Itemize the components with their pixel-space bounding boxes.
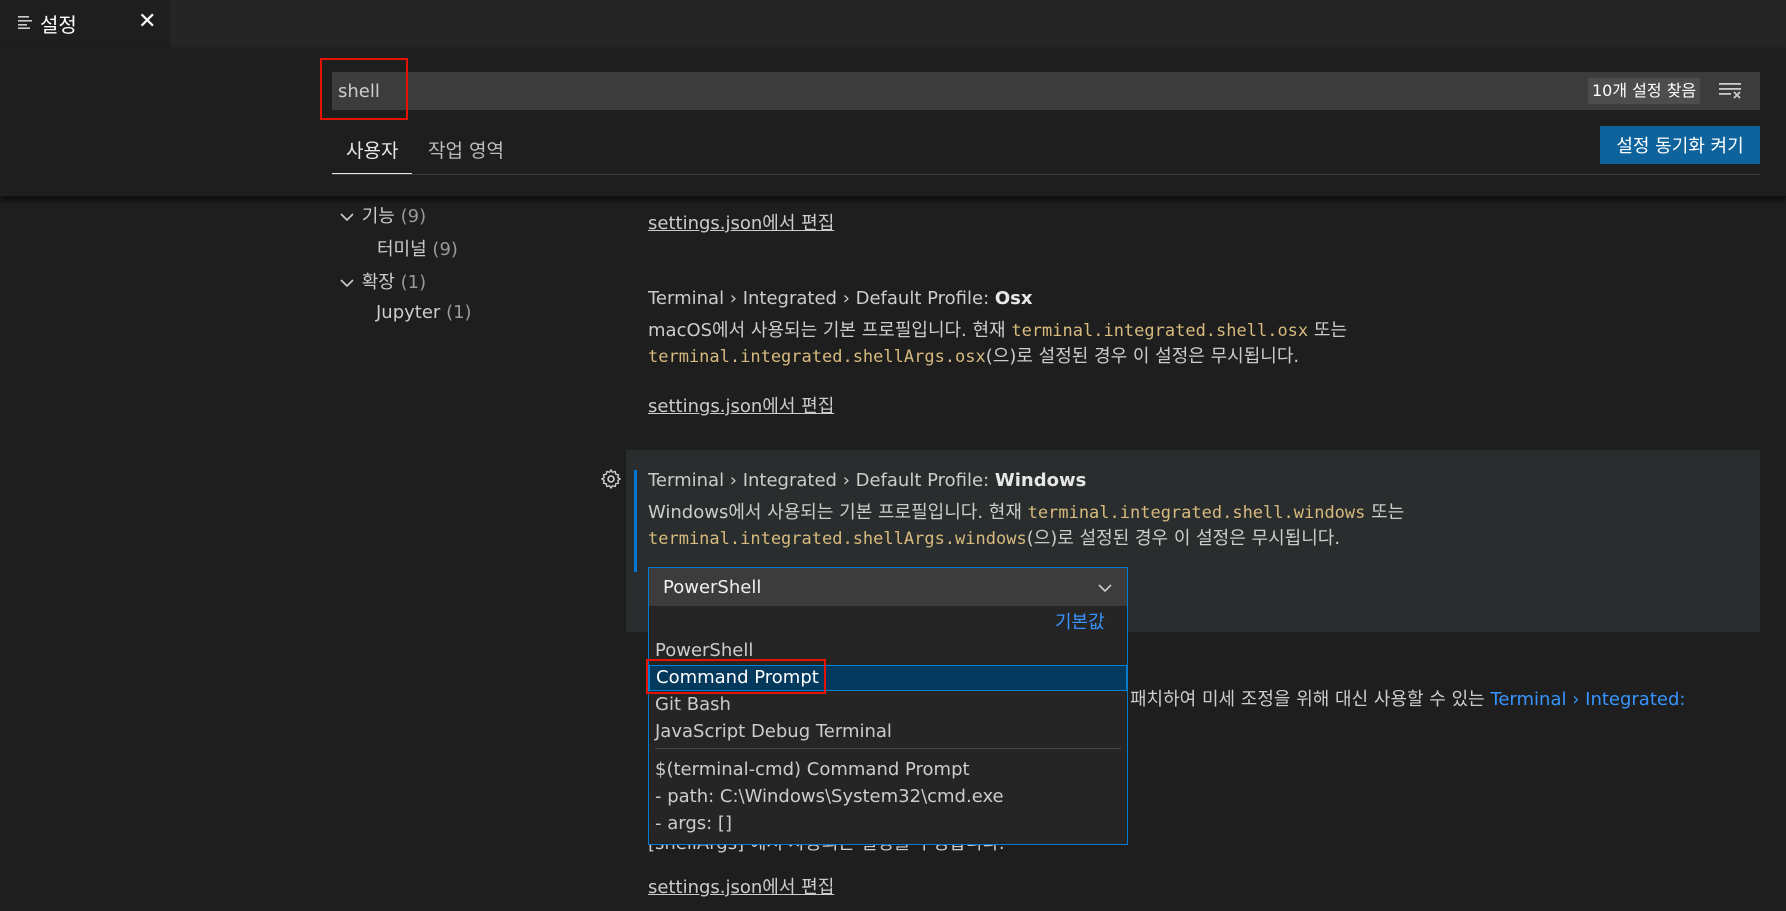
chevron-down-icon — [1098, 584, 1112, 593]
select-value: PowerShell — [663, 577, 762, 598]
dropdown-option-git-bash[interactable]: Git Bash — [649, 692, 1127, 718]
setting-title-windows: Terminal › Integrated › Default Profile:… — [648, 470, 1086, 491]
code-setting-ref: terminal.integrated.shell.windows — [1027, 503, 1366, 523]
option-highlight-box — [646, 659, 826, 694]
desc-text: macOS에서 사용되는 기본 프로필입니다. 현재 — [648, 320, 1012, 341]
toc-label: 터미널 — [377, 239, 427, 260]
setting-title-prefix: Terminal › Integrated › Default Profile: — [648, 288, 995, 309]
option-detail-path: - path: C:\Windows\System32\cmd.exe — [655, 786, 1004, 807]
setting-link[interactable]: Terminal › Integrated: — [1490, 689, 1685, 710]
focus-indicator — [634, 470, 637, 572]
tab-title: 설정 — [40, 13, 77, 37]
desc-text: 또는 — [1365, 502, 1405, 523]
settings-tab[interactable]: 설정 ✕ — [0, 0, 170, 48]
toc-item-extensions[interactable]: 확장 (1) — [340, 268, 426, 294]
close-icon[interactable]: ✕ — [138, 8, 156, 36]
chevron-down-icon — [340, 272, 356, 293]
setting-description-osx: macOS에서 사용되는 기본 프로필입니다. 현재 terminal.inte… — [648, 318, 1548, 370]
toc-count: (1) — [400, 272, 427, 293]
toc-count: (1) — [446, 302, 472, 323]
default-profile-select[interactable]: PowerShell — [648, 567, 1128, 607]
dropdown-option-js-debug-terminal[interactable]: JavaScript Debug Terminal — [649, 719, 1127, 745]
setting-title-key: Osx — [994, 288, 1033, 309]
tab-workspace[interactable]: 작업 영역 — [424, 132, 510, 173]
setting-title-osx: Terminal › Integrated › Default Profile:… — [648, 288, 1033, 309]
option-detail-args: - args: [] — [655, 813, 732, 834]
tab-user[interactable]: 사용자 — [332, 132, 413, 174]
profile-dropdown-list: 기본값 PowerShell Command Prompt Git Bash J… — [648, 606, 1128, 845]
toc-count: (9) — [432, 239, 458, 260]
toc-item-jupyter[interactable]: Jupyter (1) — [376, 302, 472, 323]
desc-text: Windows에서 사용되는 기본 프로필입니다. 현재 — [648, 502, 1028, 523]
edit-in-settings-json-link[interactable]: settings.json에서 편집 — [648, 392, 834, 418]
setting-description-partial: 패치하여 미세 조정을 위해 대신 사용할 수 있는 Terminal › In… — [1130, 685, 1685, 711]
toc-count: (9) — [400, 206, 427, 227]
toc-label: 확장 — [361, 272, 395, 293]
desc-text: (으)로 설정된 경우 이 설정은 무시됩니다. — [1026, 528, 1341, 549]
option-detail-title: $(terminal-cmd) Command Prompt — [655, 759, 970, 780]
desc-text: 또는 — [1308, 320, 1347, 341]
code-setting-ref: terminal.integrated.shellArgs.osx — [648, 347, 986, 367]
search-box: 10개 설정 찾음 — [332, 72, 1760, 110]
sync-settings-button[interactable]: 설정 동기화 켜기 — [1600, 126, 1760, 164]
edit-in-settings-json-link[interactable]: settings.json에서 편집 — [648, 209, 834, 235]
result-count-badge: 10개 설정 찾음 — [1588, 78, 1701, 104]
chevron-down-icon — [340, 206, 356, 227]
setting-title-key: Windows — [994, 470, 1087, 491]
toc-label: Jupyter — [376, 302, 441, 323]
default-value-label: 기본값 — [1055, 612, 1105, 633]
toc-item-terminal[interactable]: 터미널 (9) — [377, 235, 458, 261]
filter-icon[interactable] — [1719, 82, 1741, 100]
settings-list-icon — [18, 16, 32, 29]
search-highlight-box — [320, 58, 408, 120]
toc-label: 기능 — [361, 206, 395, 227]
editor-tab-bar: 설정 ✕ — [0, 0, 1786, 48]
toc-item-features[interactable]: 기능 (9) — [340, 202, 426, 228]
dropdown-divider — [655, 748, 1121, 749]
edit-in-settings-json-link[interactable]: settings.json에서 편집 — [648, 873, 834, 899]
search-input[interactable] — [338, 72, 1488, 110]
desc-text: 패치하여 미세 조정을 위해 대신 사용할 수 있는 — [1130, 689, 1491, 710]
header-divider — [332, 174, 1760, 175]
desc-text: (으)로 설정된 경우 이 설정은 무시됩니다. — [985, 346, 1300, 367]
code-setting-ref: terminal.integrated.shell.osx — [1011, 321, 1309, 341]
gear-icon[interactable] — [600, 468, 622, 490]
setting-title-prefix: Terminal › Integrated › Default Profile: — [648, 470, 995, 491]
setting-description-windows: Windows에서 사용되는 기본 프로필입니다. 현재 terminal.in… — [648, 500, 1548, 552]
code-setting-ref: terminal.integrated.shellArgs.windows — [648, 529, 1027, 549]
